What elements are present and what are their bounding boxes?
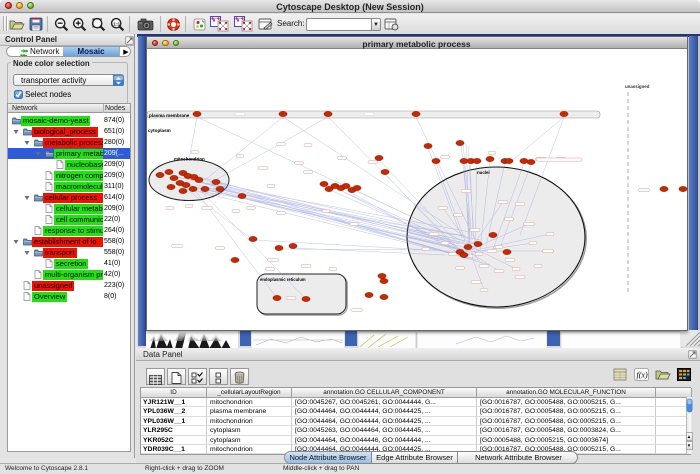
svg-text:endoplasmic reticulum: endoplasmic reticulum [260, 277, 306, 282]
svg-text:plasma membrane: plasma membrane [149, 113, 190, 118]
svg-text:1:1: 1:1 [113, 21, 120, 26]
svg-text:mitochondrion: mitochondrion [174, 157, 205, 162]
svg-text:unassigned: unassigned [625, 84, 650, 89]
svg-text:f(x): f(x) [637, 371, 648, 380]
svg-text:cytoplasm: cytoplasm [148, 128, 171, 133]
svg-text:nuclei: nuclei [477, 170, 490, 175]
